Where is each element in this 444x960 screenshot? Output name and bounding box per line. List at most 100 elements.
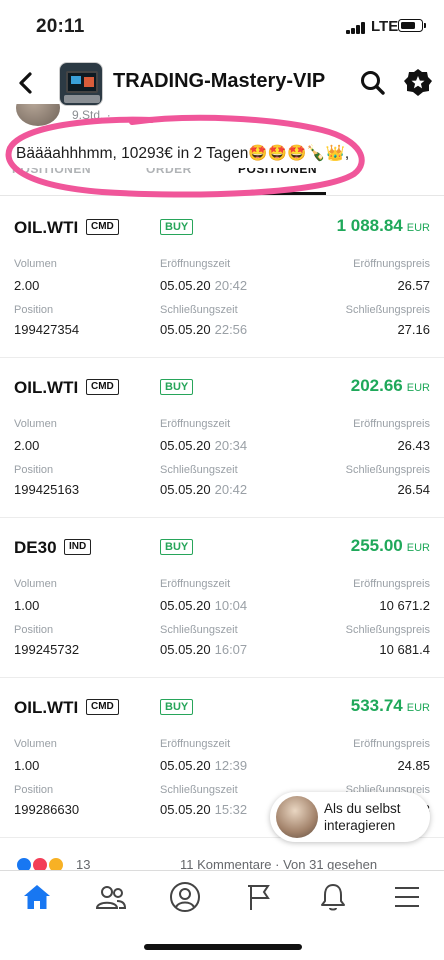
back-button[interactable] (10, 66, 42, 100)
search-icon (361, 71, 385, 95)
position-id: 199425163 (14, 482, 80, 497)
open-date: 05.05.20 (160, 438, 211, 453)
open-time: 10:04 (214, 598, 248, 613)
friends-icon (95, 886, 127, 909)
status-bar: 20:11 LTE (0, 0, 444, 54)
active-tab-underline (222, 192, 326, 195)
position-profit: 202.66 EUR (351, 376, 430, 396)
volume-label: Volumen (14, 258, 57, 270)
profit-value: 1 088.84 (336, 216, 403, 235)
profit-currency: EUR (406, 222, 430, 234)
bubble-avatar (276, 796, 318, 838)
open-time: 12:39 (214, 758, 248, 773)
nav-menu[interactable] (385, 877, 429, 917)
network-type: LTE (371, 18, 399, 35)
signal-strength-icon (346, 22, 366, 34)
open-datetime: 05.05.20 20:34 (160, 438, 247, 453)
position-symbol: OIL.WTI (14, 698, 79, 717)
close-price-value: 26.54 (397, 482, 430, 497)
position-label: Position (14, 464, 54, 476)
open-price-value: 26.57 (397, 278, 430, 293)
tab-order: ORDER (146, 168, 192, 176)
close-time-label: Schließungszeit (160, 304, 238, 316)
close-date: 05.05.20 (160, 482, 211, 497)
position-card[interactable]: OIL.WTI CMD BUY 202.66 EUR Volumen Eröffn… (0, 358, 444, 518)
volume-label: Volumen (14, 578, 57, 590)
position-label: Position (14, 304, 54, 316)
group-avatar[interactable] (59, 62, 103, 106)
close-time: 15:32 (214, 802, 248, 817)
close-date: 05.05.20 (160, 642, 211, 657)
screenshot-tabs: POSITIONEN ORDER POSITIONEN (0, 168, 444, 196)
open-datetime: 05.05.20 10:04 (160, 598, 247, 613)
nav-pages[interactable] (237, 877, 281, 917)
open-datetime: 05.05.20 20:42 (160, 278, 247, 293)
post-author-row: 9.Std. · (0, 104, 444, 126)
open-price-label: Eröffnungspreis (353, 418, 430, 430)
open-date: 05.05.20 (160, 278, 211, 293)
interact-as-bubble[interactable]: Als du selbst interagieren (270, 792, 430, 842)
menu-icon (395, 887, 419, 907)
nav-friends[interactable] (89, 877, 133, 917)
post-text: Bäääahhhmm, 10293€ in 2 Tagen🤩🤩🤩🍾👑, (16, 145, 350, 162)
tab-positions-open: POSITIONEN (12, 168, 92, 176)
home-icon (24, 885, 50, 909)
close-datetime: 05.05.20 20:42 (160, 482, 247, 497)
open-time-label: Eröffnungszeit (160, 738, 231, 750)
position-label: Position (14, 624, 54, 636)
position-card[interactable]: OIL.WTI CMD BUY 1 088.84 EUR Volumen Eröf… (0, 198, 444, 358)
author-avatar[interactable] (16, 104, 60, 126)
position-id: 199245732 (14, 642, 80, 657)
instrument-type-badge: IND (64, 539, 92, 555)
open-time: 20:42 (214, 278, 248, 293)
close-datetime: 05.05.20 15:32 (160, 802, 247, 817)
open-time-label: Eröffnungszeit (160, 258, 231, 270)
pages-flag-icon (248, 885, 270, 910)
close-time: 16:07 (214, 642, 248, 657)
love-reaction-icon (32, 857, 48, 870)
instrument-type-badge: CMD (86, 699, 119, 715)
comments-info[interactable]: 11 Kommentare · Von 31 gesehen (180, 857, 377, 870)
search-button[interactable] (358, 68, 388, 98)
reactions-row[interactable]: 13 11 Kommentare · Von 31 gesehen (0, 856, 444, 870)
close-datetime: 05.05.20 16:07 (160, 642, 247, 657)
position-id: 199427354 (14, 322, 80, 337)
side-badge: BUY (160, 379, 194, 395)
like-reaction-icon (16, 857, 32, 870)
chevron-left-icon (19, 72, 32, 94)
status-time: 20:11 (36, 16, 85, 37)
position-card[interactable]: DE30 IND BUY 255.00 EUR Volumen Eröffnung… (0, 518, 444, 678)
close-price-label: Schließungspreis (345, 624, 430, 636)
admin-badge-button[interactable] (402, 67, 434, 99)
battery-level (400, 21, 415, 29)
open-price-label: Eröffnungspreis (353, 738, 430, 750)
volume-value: 2.00 (14, 438, 40, 453)
volume-label: Volumen (14, 418, 57, 430)
profit-value: 533.74 (350, 696, 403, 715)
position-symbol: OIL.WTI (14, 218, 79, 237)
battery-icon (398, 19, 426, 32)
close-time-label: Schließungszeit (160, 624, 238, 636)
close-time: 22:56 (214, 322, 248, 337)
volume-value: 2.00 (14, 278, 40, 293)
nav-notifications[interactable] (311, 877, 355, 917)
open-time-label: Eröffnungszeit (160, 578, 231, 590)
side-badge: BUY (160, 539, 194, 555)
side-badge: BUY (160, 699, 194, 715)
profile-icon (170, 882, 200, 912)
instrument-type-badge: CMD (86, 379, 119, 395)
close-datetime: 05.05.20 22:56 (160, 322, 247, 337)
nav-home[interactable] (15, 877, 59, 917)
position-profit: 255.00 EUR (351, 536, 430, 556)
profit-currency: EUR (406, 542, 430, 554)
close-price-label: Schließungspreis (345, 464, 430, 476)
nav-profile[interactable] (163, 877, 207, 917)
profit-value: 255.00 (350, 536, 403, 555)
profit-value: 202.66 (350, 376, 403, 395)
home-indicator (144, 944, 302, 950)
group-title[interactable]: TRADING-Mastery-VIP (113, 70, 325, 93)
open-datetime: 05.05.20 12:39 (160, 758, 247, 773)
post-meta: 9.Std. · (72, 108, 111, 122)
open-date: 05.05.20 (160, 758, 211, 773)
open-price-label: Eröffnungspreis (353, 578, 430, 590)
